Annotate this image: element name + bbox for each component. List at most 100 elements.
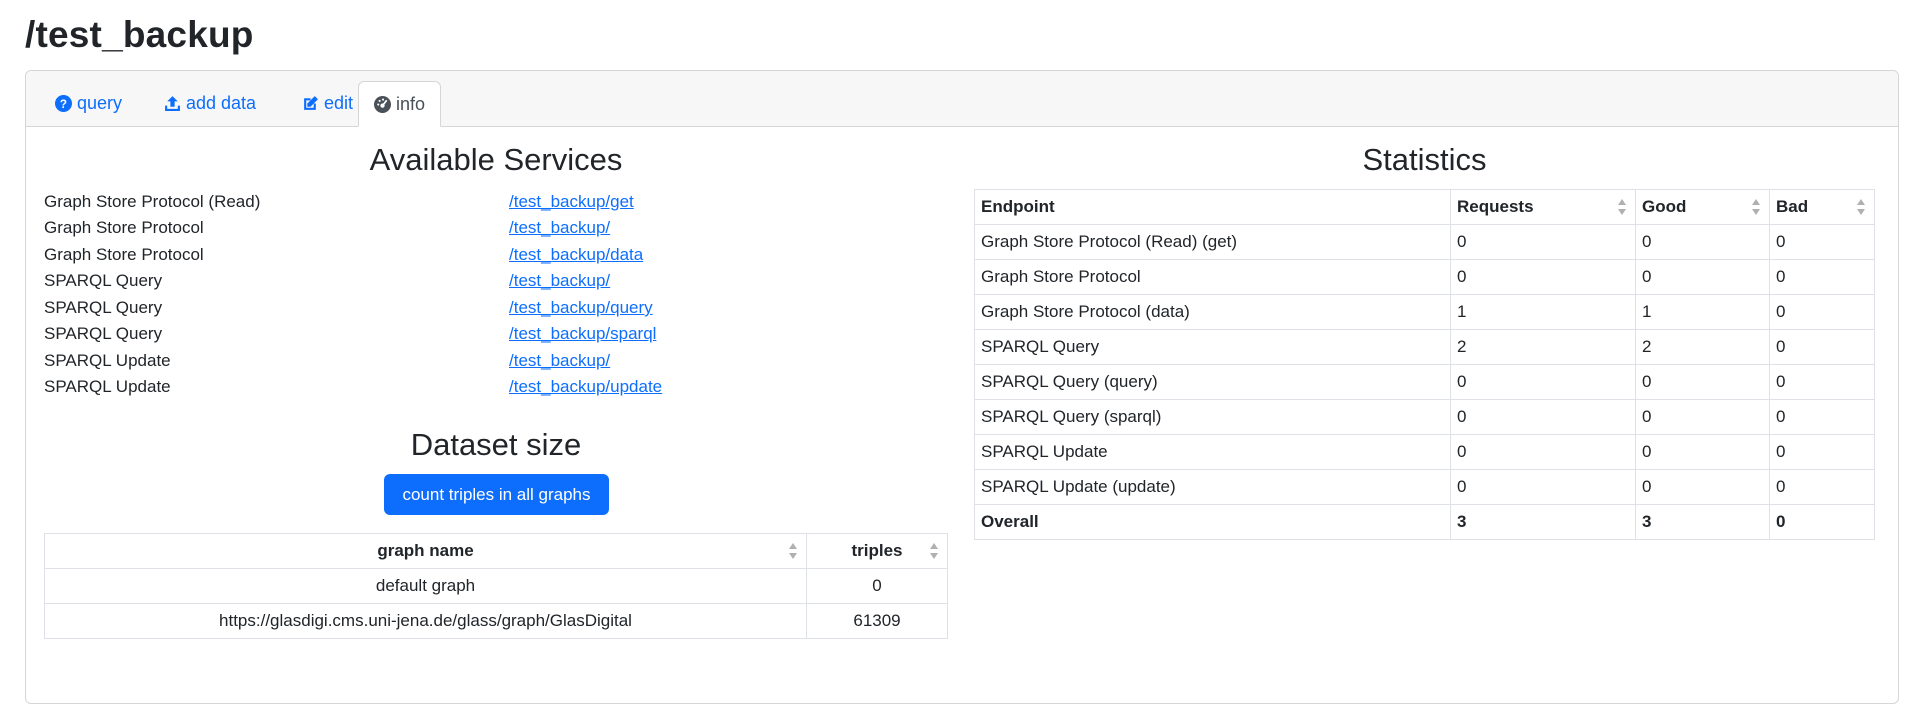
svg-text:?: ? xyxy=(60,98,67,111)
bad-cell: 0 xyxy=(1769,224,1875,260)
statistics-table: Endpoint Requests Good Bad Graph Store P… xyxy=(974,189,1875,540)
sort-icon xyxy=(1752,199,1760,215)
table-header-row: Endpoint Requests Good Bad xyxy=(974,189,1875,225)
tab-bar: ? query add data edit info xyxy=(26,71,1898,127)
bad-cell: 0 xyxy=(1769,434,1875,470)
requests-cell: 0 xyxy=(1450,259,1636,295)
service-link[interactable]: /test_backup/data xyxy=(509,245,643,265)
service-row: SPARQL Query /test_backup/ xyxy=(44,271,944,298)
table-row: SPARQL Update (update) 0 0 0 xyxy=(974,469,1875,505)
service-link[interactable]: /test_backup/ xyxy=(509,271,610,291)
dataset-size-title: Dataset size xyxy=(410,427,582,462)
service-name: Graph Store Protocol xyxy=(44,245,204,264)
service-row: Graph Store Protocol /test_backup/data xyxy=(44,245,944,272)
column-header-requests[interactable]: Requests xyxy=(1450,189,1636,225)
service-name: SPARQL Update xyxy=(44,351,171,370)
bad-cell: 0 xyxy=(1769,399,1875,435)
service-row: Graph Store Protocol /test_backup/ xyxy=(44,218,944,245)
column-header-label: Endpoint xyxy=(981,197,1055,216)
tab-query[interactable]: ? query xyxy=(40,81,137,126)
service-row: SPARQL Query /test_backup/sparql xyxy=(44,324,944,351)
good-cell: 1 xyxy=(1635,294,1770,330)
services-title: Available Services xyxy=(369,142,623,177)
good-cell: 0 xyxy=(1635,259,1770,295)
service-row: SPARQL Query /test_backup/query xyxy=(44,298,944,325)
bad-cell: 0 xyxy=(1769,364,1875,400)
service-name: SPARQL Query xyxy=(44,298,163,317)
requests-cell: 2 xyxy=(1450,329,1636,365)
endpoint-cell: Graph Store Protocol (data) xyxy=(974,294,1451,330)
column-header-graph-name[interactable]: graph name xyxy=(44,533,807,569)
endpoint-cell: SPARQL Query xyxy=(974,329,1451,365)
column-header-label: Bad xyxy=(1776,197,1809,216)
endpoint-cell: SPARQL Query (query) xyxy=(974,364,1451,400)
table-row: default graph 0 xyxy=(44,568,948,604)
requests-cell: 0 xyxy=(1450,364,1636,400)
bad-cell: 0 xyxy=(1769,294,1875,330)
sort-icon xyxy=(1857,199,1865,215)
tab-label: add data xyxy=(186,93,257,113)
service-name: SPARQL Query xyxy=(44,271,163,290)
dashboard-icon xyxy=(374,95,391,113)
table-row: SPARQL Query 2 2 0 xyxy=(974,329,1875,365)
total-row: Overall 3 3 0 xyxy=(974,504,1875,540)
sort-icon xyxy=(789,543,797,559)
service-row: SPARQL Update /test_backup/ xyxy=(44,351,944,378)
service-link[interactable]: /test_backup/update xyxy=(509,377,662,397)
tab-label: edit xyxy=(324,93,354,113)
table-row: Graph Store Protocol 0 0 0 xyxy=(974,259,1875,295)
good-cell: 0 xyxy=(1635,399,1770,435)
graph-table: graph name triples default graph 0 https… xyxy=(44,533,948,639)
column-header-label: triples xyxy=(851,541,903,560)
service-link[interactable]: /test_backup/query xyxy=(509,298,653,318)
service-name: SPARQL Query xyxy=(44,324,163,343)
column-header-endpoint: Endpoint xyxy=(974,189,1451,225)
question-circle-icon: ? xyxy=(55,95,72,112)
good-cell: 0 xyxy=(1635,469,1770,505)
requests-cell: 0 xyxy=(1450,399,1636,435)
service-link[interactable]: /test_backup/ xyxy=(509,351,610,371)
service-link[interactable]: /test_backup/sparql xyxy=(509,324,656,344)
graph-name-cell: default graph xyxy=(44,568,807,604)
service-row: SPARQL Update /test_backup/update xyxy=(44,377,944,404)
good-cell: 2 xyxy=(1635,329,1770,365)
service-link[interactable]: /test_backup/get xyxy=(509,192,634,212)
statistics-title: Statistics xyxy=(1362,142,1487,177)
column-header-label: graph name xyxy=(377,541,474,560)
bad-cell: 0 xyxy=(1769,329,1875,365)
good-cell: 3 xyxy=(1635,504,1770,540)
column-header-good[interactable]: Good xyxy=(1635,189,1770,225)
table-row: SPARQL Update 0 0 0 xyxy=(974,434,1875,470)
triples-cell: 0 xyxy=(806,568,948,604)
service-name: Graph Store Protocol (Read) xyxy=(44,192,261,211)
table-row: https://glasdigi.cms.uni-jena.de/glass/g… xyxy=(44,603,948,639)
tab-edit[interactable]: edit xyxy=(287,81,368,126)
bad-cell: 0 xyxy=(1769,504,1875,540)
upload-icon xyxy=(164,95,181,112)
table-row: SPARQL Query (sparql) 0 0 0 xyxy=(974,399,1875,435)
service-name: Graph Store Protocol xyxy=(44,218,204,237)
count-triples-button[interactable]: count triples in all graphs xyxy=(384,474,609,515)
sort-icon xyxy=(930,543,938,559)
tab-info[interactable]: info xyxy=(358,81,442,127)
endpoint-cell: Overall xyxy=(974,504,1451,540)
column-header-label: Requests xyxy=(1457,197,1534,216)
column-header-triples[interactable]: triples xyxy=(806,533,948,569)
good-cell: 0 xyxy=(1635,364,1770,400)
good-cell: 0 xyxy=(1635,434,1770,470)
triples-cell: 61309 xyxy=(806,603,948,639)
endpoint-cell: SPARQL Update (update) xyxy=(974,469,1451,505)
tab-label: query xyxy=(77,93,123,113)
service-link[interactable]: /test_backup/ xyxy=(509,218,610,238)
sort-icon xyxy=(1618,199,1626,215)
requests-cell: 1 xyxy=(1450,294,1636,330)
edit-icon xyxy=(302,95,319,112)
tab-add-data[interactable]: add data xyxy=(149,81,271,126)
bad-cell: 0 xyxy=(1769,469,1875,505)
table-row: SPARQL Query (query) 0 0 0 xyxy=(974,364,1875,400)
column-header-bad[interactable]: Bad xyxy=(1769,189,1875,225)
requests-cell: 0 xyxy=(1450,469,1636,505)
good-cell: 0 xyxy=(1635,224,1770,260)
endpoint-cell: Graph Store Protocol xyxy=(974,259,1451,295)
tab-label: info xyxy=(396,93,426,114)
